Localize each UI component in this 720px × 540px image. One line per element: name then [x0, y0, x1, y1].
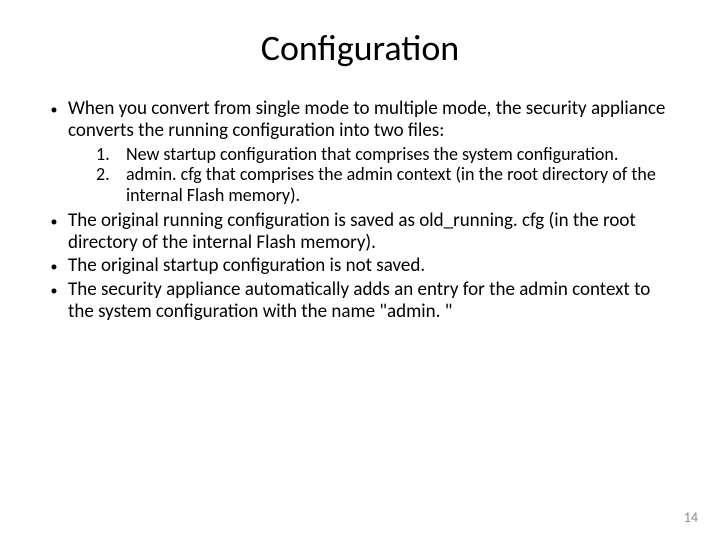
bullet-item: • The original startup configuration is … [40, 255, 680, 277]
numbered-text: New startup configuration that comprises… [126, 144, 680, 165]
bullet-dot: • [40, 255, 68, 275]
numbered-item: 2. admin. cfg that comprises the admin c… [96, 164, 680, 205]
bullet-item: • The security appliance automatically a… [40, 279, 680, 323]
slide-title: Configuration [40, 26, 680, 70]
slide-body: • When you convert from single mode to m… [40, 98, 680, 323]
bullet-text: The security appliance automatically add… [68, 279, 680, 323]
bullet-dot: • [40, 279, 68, 299]
bullet-dot: • [40, 98, 68, 118]
bullet-text: The original startup configuration is no… [68, 255, 680, 277]
number-marker: 1. [96, 144, 126, 165]
bullet-item: • The original running configuration is … [40, 210, 680, 254]
number-marker: 2. [96, 164, 126, 185]
bullet-item: • When you convert from single mode to m… [40, 98, 680, 142]
bullet-dot: • [40, 210, 68, 230]
bullet-text: The original running configuration is sa… [68, 210, 680, 254]
bullet-text: When you convert from single mode to mul… [68, 98, 680, 142]
numbered-text: admin. cfg that comprises the admin cont… [126, 164, 680, 205]
page-number: 14 [684, 509, 698, 526]
numbered-list: 1. New startup configuration that compri… [96, 144, 680, 206]
numbered-item: 1. New startup configuration that compri… [96, 144, 680, 165]
